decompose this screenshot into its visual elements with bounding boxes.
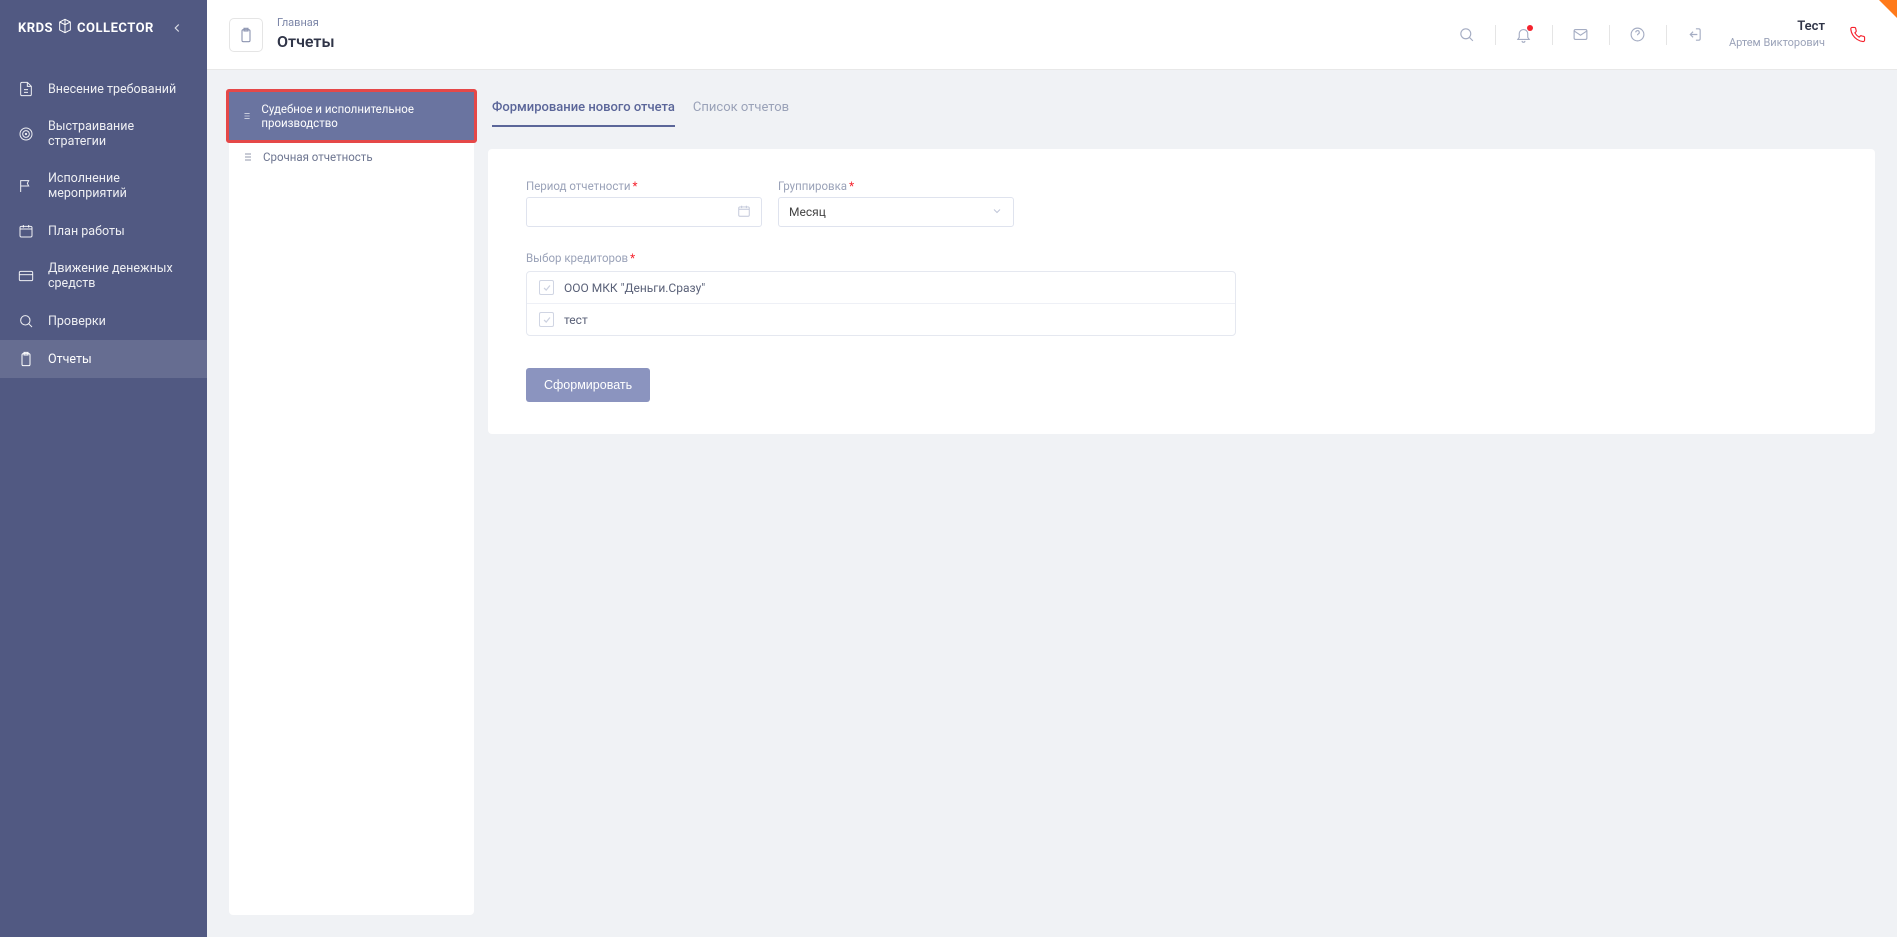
sidebar-item-label: План работы — [48, 224, 125, 239]
sidebar-nav: Внесение требований Выстраивание стратег… — [0, 70, 207, 378]
required-mark: * — [630, 251, 635, 265]
report-type-urgent[interactable]: Срочная отчетность — [229, 140, 474, 174]
target-icon — [18, 126, 34, 142]
divider — [1552, 25, 1553, 45]
sidebar-header: KRDS COLLECTOR — [0, 0, 207, 56]
flag-icon — [18, 178, 34, 194]
field-label: Группировка* — [778, 179, 1014, 193]
content: Судебное и исполнительное производство С… — [207, 70, 1897, 937]
report-form-panel: Формирование нового отчета Список отчето… — [488, 92, 1875, 915]
search-icon — [1458, 26, 1475, 43]
grouping-value: Месяц — [789, 205, 826, 219]
field-label: Выбор кредиторов* — [526, 251, 1837, 265]
tab-label: Список отчетов — [693, 100, 789, 115]
sidebar-collapse-button[interactable] — [165, 16, 189, 40]
logout-button[interactable] — [1677, 17, 1713, 53]
sidebar-item-reports[interactable]: Отчеты — [0, 340, 207, 378]
page-title: Отчеты — [277, 31, 335, 53]
checkbox[interactable] — [539, 312, 554, 327]
sidebar-item-plan[interactable]: План работы — [0, 212, 207, 250]
creditor-item[interactable]: ООО МКК "Деньги.Сразу" — [527, 272, 1235, 304]
file-icon — [18, 81, 34, 97]
sidebar-item-requirements[interactable]: Внесение требований — [0, 70, 207, 108]
divider — [1495, 25, 1496, 45]
messages-button[interactable] — [1563, 17, 1599, 53]
sidebar-item-execution[interactable]: Исполнение мероприятий — [0, 160, 207, 212]
tab-report-list[interactable]: Список отчетов — [693, 92, 789, 127]
sidebar-item-label: Движение денежных средств — [48, 261, 189, 291]
search-button[interactable] — [1449, 17, 1485, 53]
field-creditors: Выбор кредиторов* ООО МКК "Деньги.Сразу" — [526, 251, 1837, 336]
search-icon — [18, 313, 34, 329]
sidebar-item-label: Проверки — [48, 314, 106, 329]
report-type-panel: Судебное и исполнительное производство С… — [229, 92, 474, 915]
sidebar-item-cashflow[interactable]: Движение денежных средств — [0, 250, 207, 302]
user-block[interactable]: Тест Артем Викторович — [1729, 19, 1825, 50]
cube-icon — [57, 18, 73, 38]
creditor-label: тест — [564, 313, 588, 327]
logo-text-1: KRDS — [18, 21, 53, 36]
main-area: Главная Отчеты — [207, 0, 1897, 937]
topbar: Главная Отчеты — [207, 0, 1897, 70]
breadcrumb-parent[interactable]: Главная — [277, 16, 335, 31]
creditors-list: ООО МКК "Деньги.Сразу" тест — [526, 271, 1236, 336]
report-type-judicial[interactable]: Судебное и исполнительное производство — [229, 92, 474, 140]
highlighted-selection: Судебное и исполнительное производство — [226, 89, 477, 143]
corner-decoration — [1879, 0, 1897, 18]
calendar-icon — [18, 223, 34, 239]
logout-icon — [1686, 26, 1703, 43]
generate-button[interactable]: Сформировать — [526, 368, 650, 402]
creditor-item[interactable]: тест — [527, 304, 1235, 335]
check-icon — [542, 315, 552, 325]
period-input[interactable] — [526, 197, 762, 227]
user-name: Тест — [1729, 19, 1825, 36]
check-icon — [542, 283, 552, 293]
field-grouping: Группировка* Месяц — [778, 179, 1014, 227]
help-icon — [1629, 26, 1646, 43]
sidebar-item-label: Отчеты — [48, 352, 92, 367]
mail-icon — [1572, 26, 1589, 43]
divider — [1666, 25, 1667, 45]
field-label: Период отчетности* — [526, 179, 762, 193]
grouping-select[interactable]: Месяц — [778, 197, 1014, 227]
report-type-label: Срочная отчетность — [263, 150, 373, 164]
help-button[interactable] — [1620, 17, 1656, 53]
tab-label: Формирование нового отчета — [492, 100, 675, 115]
list-icon — [241, 151, 253, 163]
tabs: Формирование нового отчета Список отчето… — [488, 92, 1875, 127]
creditor-label: ООО МКК "Деньги.Сразу" — [564, 281, 705, 295]
sidebar-item-checks[interactable]: Проверки — [0, 302, 207, 340]
breadcrumb: Главная Отчеты — [229, 16, 335, 52]
user-sub: Артем Викторович — [1729, 36, 1825, 50]
sidebar-item-strategy[interactable]: Выстраивание стратегии — [0, 108, 207, 160]
notifications-button[interactable] — [1506, 17, 1542, 53]
required-mark: * — [849, 179, 854, 193]
required-mark: * — [633, 179, 638, 193]
clipboard-icon — [238, 27, 254, 43]
divider — [1609, 25, 1610, 45]
list-icon — [241, 110, 251, 122]
sidebar-item-label: Выстраивание стратегии — [48, 119, 189, 149]
report-type-label: Судебное и исполнительное производство — [261, 102, 462, 130]
call-button[interactable] — [1839, 17, 1875, 53]
tab-new-report[interactable]: Формирование нового отчета — [492, 92, 675, 127]
clipboard-icon — [18, 351, 34, 367]
sidebar: KRDS COLLECTOR Внесение требований Выстр… — [0, 0, 207, 937]
field-period: Период отчетности* — [526, 179, 762, 227]
chevron-down-icon — [991, 205, 1003, 220]
notification-dot — [1527, 25, 1533, 31]
calendar-icon — [737, 204, 751, 221]
card-icon — [18, 268, 34, 284]
page-icon — [229, 18, 263, 52]
logo-text-2: COLLECTOR — [77, 21, 154, 36]
sidebar-item-label: Внесение требований — [48, 82, 176, 97]
checkbox[interactable] — [539, 280, 554, 295]
phone-icon — [1849, 26, 1866, 43]
sidebar-item-label: Исполнение мероприятий — [48, 171, 189, 201]
form-card: Период отчетности* Группиро — [488, 149, 1875, 434]
app-logo: KRDS COLLECTOR — [18, 18, 154, 38]
